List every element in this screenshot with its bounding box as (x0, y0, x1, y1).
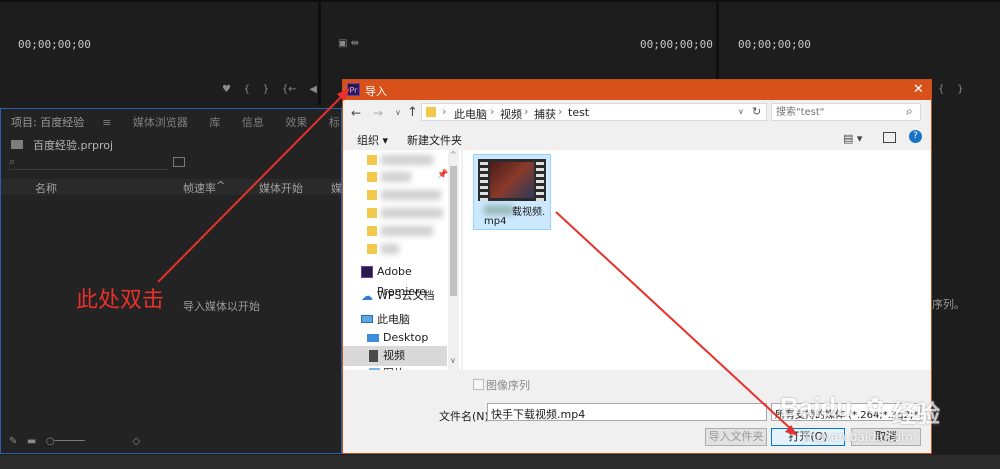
baidu-watermark: Baidu ✿ 经验 jingyan.baidu.com (780, 392, 990, 452)
watermark-sub: 经验 (892, 400, 940, 428)
watermark-brand: Baidu (780, 392, 853, 422)
arrow-to-open-button (555, 211, 798, 436)
arrow-to-titlebar (157, 88, 350, 283)
watermark-url: jingyan.baidu.com (802, 430, 913, 444)
paw-icon: ✿ (866, 394, 885, 419)
